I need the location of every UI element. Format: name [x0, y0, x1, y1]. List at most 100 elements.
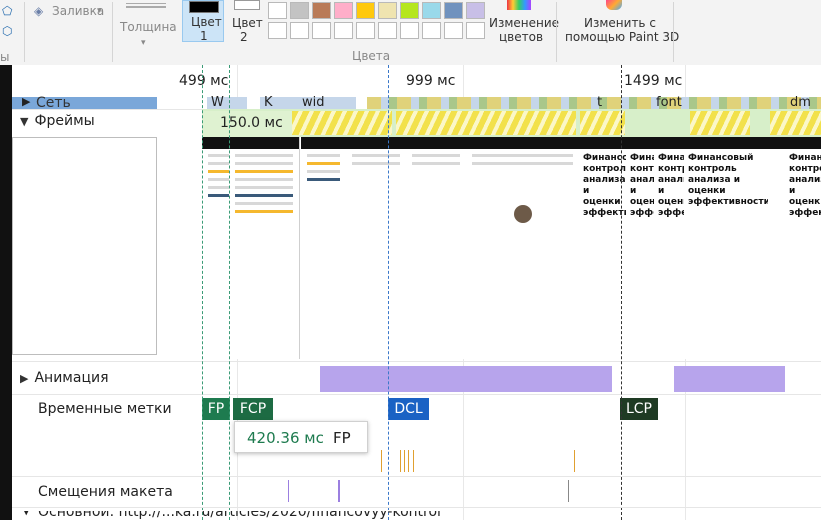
dropped-frames-hatch[interactable]: [396, 111, 576, 135]
marker-line-fcp: [229, 65, 230, 520]
palette-color-swatch[interactable]: [290, 22, 309, 39]
event-tick: [381, 450, 382, 472]
palette-color-swatch[interactable]: [378, 2, 397, 19]
palette-color-swatch[interactable]: [312, 22, 331, 39]
frame-article-title: Финансовый контроль анализа и оценки эфф…: [789, 153, 821, 218]
frame-screenshot[interactable]: [346, 137, 407, 359]
ribbon-separator: [112, 2, 113, 62]
marker-tooltip: 420.36 мс FP: [234, 421, 368, 453]
fill-bucket-icon[interactable]: ◈: [34, 4, 43, 18]
frame-screenshot[interactable]: Финансовый контроль анализа и оценки эфф…: [654, 137, 685, 359]
dropped-frames-hatch[interactable]: [580, 111, 625, 135]
palette-color-swatch[interactable]: [466, 22, 485, 39]
author-avatar: [513, 205, 532, 223]
palette-color-swatch[interactable]: [444, 22, 463, 39]
frame-screenshot[interactable]: [406, 137, 467, 359]
time-tick-1499: 1499 мс: [624, 73, 683, 89]
ribbon-separator: [673, 2, 674, 62]
palette-color-swatch[interactable]: [356, 2, 375, 19]
paint3d-icon[interactable]: [606, 0, 622, 10]
color1-button[interactable]: Цвет 1: [182, 0, 224, 43]
tooltip-name: FP: [333, 429, 351, 447]
animation-track-header[interactable]: ▶ Анимация: [20, 370, 109, 386]
edit-colors-label-line2[interactable]: цветов: [499, 30, 543, 44]
frame-screenshot[interactable]: [301, 137, 347, 359]
frame-screenshot[interactable]: [229, 137, 300, 359]
network-request-text: W: [211, 95, 224, 109]
thickness-lines-icon[interactable]: [126, 2, 166, 10]
network-request-bar[interactable]: [12, 97, 157, 109]
marker-dcl[interactable]: DCL: [388, 398, 429, 420]
palette-color-swatch[interactable]: [378, 22, 397, 39]
tooltip-time: 420.36 мс: [247, 429, 324, 447]
event-tick: [404, 450, 405, 472]
edit-colors-label-line1[interactable]: Изменение: [489, 16, 559, 30]
network-request-bar[interactable]: [367, 97, 821, 109]
shape-outline-icon[interactable]: ⬠: [2, 4, 12, 18]
ribbon-left-group-label: ы: [0, 50, 10, 64]
frame-article-title: Финансовый контроль анализа и оценки эфф…: [583, 153, 627, 218]
palette-color-swatch[interactable]: [356, 22, 375, 39]
palette-color-swatch[interactable]: [268, 2, 287, 19]
dropped-frames-hatch[interactable]: [292, 111, 392, 135]
palette-color-swatch[interactable]: [290, 2, 309, 19]
network-request-text: dm: [790, 95, 811, 109]
palette-color-swatch[interactable]: [466, 2, 485, 19]
frame-screenshot[interactable]: Финансовый контроль анализа и оценки эфф…: [579, 137, 627, 359]
layout-shifts-label: Смещения макета: [38, 484, 173, 500]
thickness-label[interactable]: Толщина: [120, 20, 177, 34]
color1-number: 1: [200, 29, 208, 43]
row-separator: [12, 507, 821, 508]
paint3d-label-line1[interactable]: Изменить с: [584, 16, 656, 30]
layout-shift-mark[interactable]: [568, 480, 569, 502]
frame-screenshot[interactable]: Финансовый контроль анализа и оценки эфф…: [684, 137, 769, 359]
left-dark-strip: [0, 65, 12, 520]
palette-color-swatch[interactable]: [334, 22, 353, 39]
row-separator: [12, 394, 821, 395]
animation-bar[interactable]: [320, 366, 612, 392]
paint-ribbon: ⬠ ⬡ ы ◈ Заливка ▾ Толщина ▾ Цвет 1 Цвет …: [0, 0, 821, 66]
palette-color-swatch[interactable]: [444, 2, 463, 19]
frames-track-header[interactable]: ▼ Фреймы: [20, 113, 95, 129]
ribbon-separator: [24, 2, 25, 62]
marker-line-lcp: [621, 65, 622, 520]
frame-article-title: Финансовый контроль анализа и оценки эфф…: [658, 153, 685, 218]
palette-color-swatch[interactable]: [312, 2, 331, 19]
palette-color-swatch[interactable]: [400, 2, 419, 19]
frame-screenshot[interactable]: Финансовый контроль анализа и оценки эфф…: [785, 137, 821, 359]
thickness-chevron-down-icon[interactable]: ▾: [141, 36, 146, 50]
network-expand-triangle-icon[interactable]: ▶: [22, 95, 30, 108]
color2-button[interactable]: Цвет 2: [228, 0, 264, 44]
shape-fill-icon[interactable]: ⬡: [2, 24, 12, 38]
main-thread-expand-triangle-icon[interactable]: ▼: [22, 511, 30, 517]
main-thread-row[interactable]: ▼ Основной: http://...ka.ru/articles/202…: [12, 511, 821, 520]
fill-chevron-down-icon[interactable]: ▾: [97, 4, 102, 18]
layout-shift-mark[interactable]: [288, 480, 289, 502]
network-row[interactable]: Сеть ▶ W K wid t font dm: [12, 95, 821, 109]
frame-screenshot[interactable]: [466, 137, 580, 359]
expand-triangle-icon[interactable]: ▶: [20, 372, 28, 385]
marker-fp[interactable]: FP: [202, 398, 230, 420]
animation-bar[interactable]: [674, 366, 785, 392]
frame-screenshot[interactable]: Финансовый контроль анализа и оценки эфф…: [626, 137, 655, 359]
palette-color-swatch[interactable]: [400, 22, 419, 39]
frame-article-title: Финансовый контроль анализа и оценки эфф…: [630, 153, 655, 218]
dropped-frames-hatch[interactable]: [690, 111, 750, 135]
color2-label: Цвет: [232, 16, 263, 30]
palette-color-swatch[interactable]: [334, 2, 353, 19]
event-tick: [400, 450, 401, 472]
palette-color-swatch[interactable]: [422, 22, 441, 39]
row-separator: [12, 361, 821, 362]
collapse-triangle-icon[interactable]: ▼: [20, 115, 28, 128]
palette-color-swatch[interactable]: [268, 22, 287, 39]
event-tick: [413, 450, 414, 472]
palette-color-swatch[interactable]: [422, 2, 441, 19]
layout-shift-mark[interactable]: [338, 480, 340, 502]
marker-line-dcl: [388, 65, 389, 520]
paint3d-label-line2[interactable]: помощью Paint 3D: [565, 30, 679, 44]
marker-lcp[interactable]: LCP: [620, 398, 658, 420]
marker-fcp[interactable]: FCP: [233, 398, 273, 420]
edit-colors-icon[interactable]: [507, 0, 531, 10]
dropped-frames-hatch[interactable]: [770, 111, 821, 135]
frame-screenshot[interactable]: [768, 137, 786, 359]
